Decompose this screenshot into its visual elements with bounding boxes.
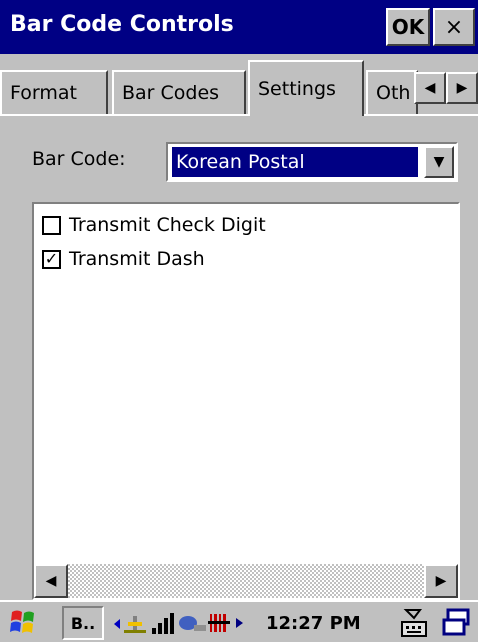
close-icon: × bbox=[444, 14, 464, 40]
tab-scroll-buttons: ◀ ▶ bbox=[414, 72, 478, 104]
signal-icon[interactable] bbox=[152, 613, 174, 634]
barcode-icon[interactable] bbox=[208, 614, 243, 632]
option-label: Transmit Dash bbox=[69, 248, 205, 270]
start-flag-icon[interactable] bbox=[8, 606, 38, 638]
checkbox-transmit-check-digit[interactable] bbox=[42, 215, 61, 235]
tab-strip-edge bbox=[0, 114, 478, 116]
tab-scroll-right-button[interactable]: ▶ bbox=[446, 72, 478, 104]
scroll-left-button[interactable]: ◀ bbox=[34, 564, 68, 598]
option-label: Transmit Check Digit bbox=[69, 214, 266, 236]
tab-settings-label: Settings bbox=[258, 78, 336, 100]
taskbar: B.. 12:27 PM bbox=[0, 600, 478, 642]
clock: 12:27 PM bbox=[266, 612, 361, 634]
horizontal-scrollbar[interactable]: ◀ ▶ bbox=[34, 564, 458, 598]
options-list: Transmit Check Digit ✓ Transmit Dash bbox=[32, 202, 460, 600]
tab-settings[interactable]: Settings bbox=[248, 60, 364, 116]
tab-format-label: Format bbox=[10, 82, 77, 104]
tab-bar-codes[interactable]: Bar Codes bbox=[112, 70, 246, 114]
system-tray: 12:27 PM bbox=[108, 606, 440, 640]
barcode-select[interactable]: Korean Postal ▼ bbox=[166, 142, 458, 182]
arrow-right-icon: ▶ bbox=[435, 573, 447, 589]
option-transmit-check-digit[interactable]: Transmit Check Digit bbox=[42, 210, 266, 240]
window-title: Bar Code Controls bbox=[10, 12, 234, 37]
tab-other-label: Oth bbox=[376, 82, 411, 104]
title-bar: Bar Code Controls OK × bbox=[0, 0, 478, 54]
network-icon[interactable] bbox=[114, 616, 146, 633]
chevron-down-icon: ▼ bbox=[433, 154, 445, 170]
ok-button[interactable]: OK bbox=[386, 8, 430, 46]
tab-scroll-left-button[interactable]: ◀ bbox=[414, 72, 446, 104]
arrow-left-icon: ◀ bbox=[424, 80, 436, 96]
scroll-right-button[interactable]: ▶ bbox=[424, 564, 458, 598]
barcode-label: Bar Code: bbox=[32, 148, 126, 170]
arrow-right-icon: ▶ bbox=[456, 80, 468, 96]
sync-icon[interactable] bbox=[179, 616, 206, 631]
checkbox-transmit-dash[interactable]: ✓ bbox=[42, 249, 61, 269]
tab-bar-codes-label: Bar Codes bbox=[122, 82, 220, 104]
keyboard-icon[interactable] bbox=[398, 606, 430, 640]
window-switch-icon[interactable] bbox=[440, 606, 474, 640]
tab-format[interactable]: Format bbox=[0, 70, 108, 114]
close-button[interactable]: × bbox=[433, 8, 475, 46]
arrow-left-icon: ◀ bbox=[45, 573, 57, 589]
task-button[interactable]: B.. bbox=[62, 606, 104, 640]
option-transmit-dash[interactable]: ✓ Transmit Dash bbox=[42, 244, 205, 274]
barcode-selected-value: Korean Postal bbox=[172, 147, 418, 177]
barcode-dropdown-button[interactable]: ▼ bbox=[424, 146, 454, 178]
tab-other[interactable]: Oth bbox=[366, 70, 418, 114]
